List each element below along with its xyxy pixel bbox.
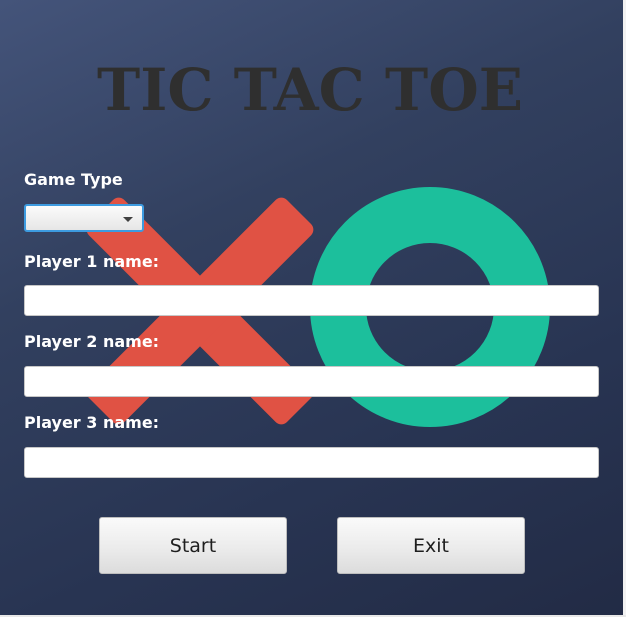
player2-label: Player 2 name: [24, 332, 160, 351]
player3-label: Player 3 name: [24, 413, 160, 432]
player1-label: Player 1 name: [24, 252, 160, 271]
exit-button[interactable]: Exit [337, 517, 525, 574]
app-title: TIC TAC TOE [97, 56, 523, 124]
start-button[interactable]: Start [99, 517, 287, 574]
chevron-down-icon[interactable] [123, 217, 133, 222]
game-type-dropdown[interactable] [24, 204, 144, 232]
player2-name-input[interactable] [24, 366, 599, 397]
game-type-label: Game Type [24, 170, 123, 189]
player3-name-input[interactable] [24, 447, 599, 478]
player1-name-input[interactable] [24, 285, 599, 316]
main-window: TIC TAC TOE Game Type Player 1 name: Pla… [0, 0, 626, 617]
